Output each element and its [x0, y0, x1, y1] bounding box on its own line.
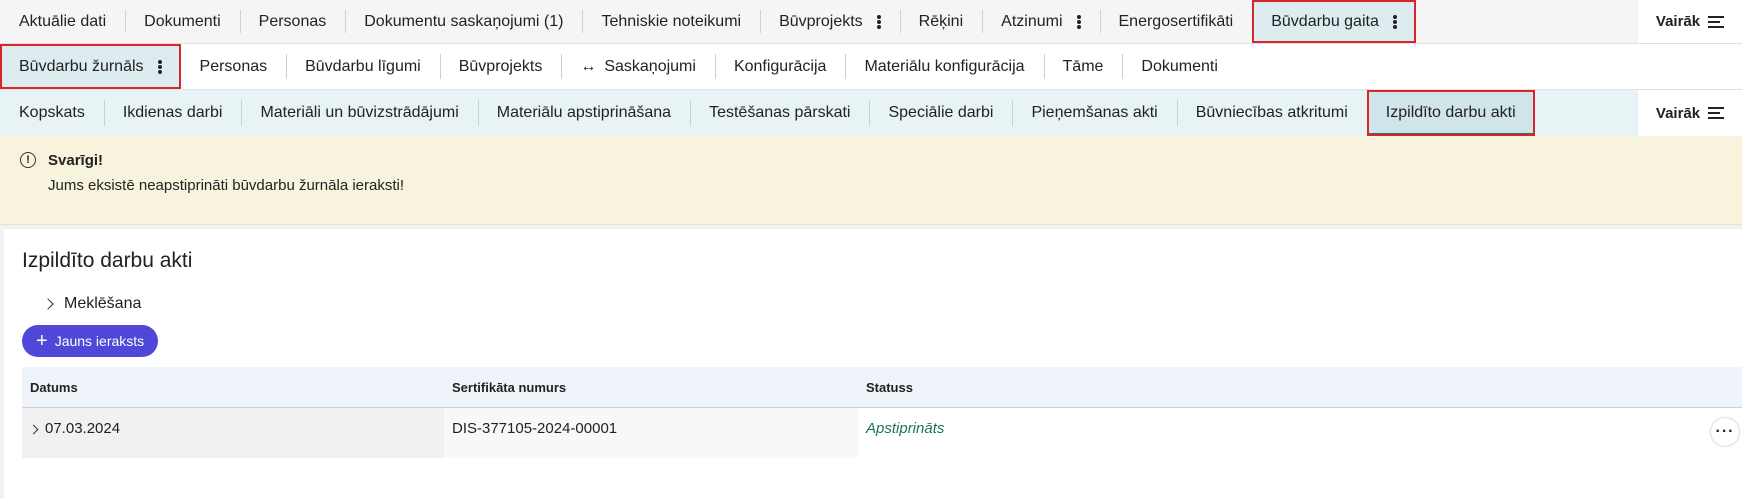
- tab-label: Tehniskie noteikumi: [601, 12, 742, 30]
- tab-saskanojumi[interactable]: ↔ Saskaņojumi: [561, 44, 715, 89]
- tab-label: Būvprojekts: [779, 12, 863, 30]
- alert-title: Svarīgi!: [48, 152, 104, 169]
- tab-buvprojekts[interactable]: Būvprojekts: [760, 0, 900, 43]
- row-actions-button[interactable]: ···: [1711, 418, 1739, 446]
- tab-label: Materiālu konfigurācija: [864, 57, 1025, 75]
- tab-buvniecibas-atkritumi[interactable]: Būvniecības atkritumi: [1176, 90, 1367, 136]
- tab-label: Energosertifikāti: [1118, 12, 1234, 30]
- tab-label: Būvniecības atkritumi: [1195, 104, 1348, 121]
- menu-icon: [1708, 15, 1725, 28]
- tab-rekini[interactable]: Rēķini: [899, 0, 982, 43]
- tab-buvdarbu-gaita[interactable]: Būvdarbu gaita: [1252, 0, 1416, 43]
- tab-personas[interactable]: Personas: [239, 0, 346, 43]
- new-entry-button[interactable]: + Jauns ieraksts: [22, 325, 159, 357]
- more-label: Vairāk: [1655, 13, 1701, 30]
- column-header-cert-number[interactable]: Sertifikāta numurs: [444, 367, 858, 408]
- tab-label: Būvdarbu gaita: [1271, 12, 1379, 30]
- column-header-status[interactable]: Statuss: [858, 367, 1742, 408]
- chevron-right-icon: [42, 298, 54, 310]
- tab-kopskats[interactable]: Kopskats: [0, 90, 104, 136]
- cell-date: 07.03.2024: [22, 408, 444, 458]
- tab-label: Rēķini: [918, 12, 964, 30]
- more-menu-button[interactable]: Vairāk: [1638, 90, 1742, 136]
- tab-konfiguracija[interactable]: Konfigurācija: [714, 44, 846, 89]
- table-row[interactable]: 07.03.2024 DIS-377105-2024-00001 Apstipr…: [22, 407, 1742, 458]
- cell-cert-number: DIS-377105-2024-00001: [444, 407, 858, 458]
- tab-label: Materiālu apstiprināšana: [496, 104, 672, 121]
- tab-aktualie-dati[interactable]: Aktuālie dati: [0, 0, 125, 43]
- main-nav: Aktuālie dati Dokumenti Personas Dokumen…: [0, 0, 1742, 44]
- alert-circle-icon: !: [20, 152, 36, 168]
- kebab-menu-icon[interactable]: [1076, 14, 1081, 29]
- tab-label: Būvprojekts: [458, 57, 543, 75]
- main-content: Izpildīto darbu akti Meklēšana + Jauns i…: [4, 229, 1742, 499]
- tab-dokumentu-saskanojumi[interactable]: Dokumentu saskaņojumi (1): [345, 0, 582, 43]
- expand-row-icon[interactable]: [28, 424, 39, 435]
- tab-pienemsanas-akti[interactable]: Pieņemšanas akti: [1012, 90, 1176, 136]
- column-header-date[interactable]: Datums: [22, 367, 444, 408]
- arrows-horizontal-icon: ↔: [580, 57, 597, 75]
- tab-tame[interactable]: Tāme: [1043, 44, 1123, 89]
- plus-icon: +: [36, 330, 48, 352]
- tab-buvdarbu-zurnals[interactable]: Būvdarbu žurnāls: [0, 44, 181, 89]
- tab-label: Būvdarbu žurnāls: [19, 57, 144, 75]
- tab-label: Atzinumi: [1001, 12, 1063, 30]
- tab-label: Dokumentu saskaņojumi (1): [364, 12, 564, 30]
- tab-materialu-konfiguracija[interactable]: Materiālu konfigurācija: [845, 44, 1043, 89]
- search-toggle[interactable]: Meklēšana: [42, 295, 1724, 313]
- tab-label: Pieņemšanas akti: [1031, 104, 1158, 121]
- tab-label: Konfigurācija: [733, 57, 827, 75]
- more-menu-button[interactable]: Vairāk: [1638, 0, 1742, 43]
- tab-label: Tāme: [1062, 57, 1104, 75]
- tab-specialie-darbi[interactable]: Speciālie darbi: [869, 90, 1012, 136]
- tab-dokumenti[interactable]: Dokumenti: [125, 0, 239, 43]
- date-value: 07.03.2024: [45, 420, 121, 437]
- alert-message: Jums eksistē neapstiprināti būvdarbu žur…: [48, 177, 405, 194]
- kebab-menu-icon[interactable]: [157, 59, 162, 74]
- tab-dokumenti[interactable]: Dokumenti: [1122, 44, 1236, 89]
- section-nav: Kopskats Ikdienas darbi Materiāli un būv…: [0, 90, 1742, 136]
- status-value: Apstiprināts: [866, 420, 945, 437]
- records-table: Datums Sertifikāta numurs Statuss 07.03.…: [22, 367, 1742, 458]
- tab-label: Saskaņojumi: [604, 57, 696, 75]
- tab-ikdienas-darbi[interactable]: Ikdienas darbi: [103, 90, 242, 136]
- tab-tehniskie-noteikumi[interactable]: Tehniskie noteikumi: [582, 0, 760, 43]
- cell-status: Apstiprināts ···: [858, 407, 1742, 458]
- tab-label: Dokumenti: [144, 12, 221, 30]
- tab-testesanas-parskati[interactable]: Testēšanas pārskati: [690, 90, 869, 136]
- page-title: Izpildīto darbu akti: [22, 249, 193, 272]
- tab-materiali-un-buvizstradajumi[interactable]: Materiāli un būvizstrādājumi: [241, 90, 477, 136]
- tab-buvdarbu-ligumi[interactable]: Būvdarbu līgumi: [286, 44, 440, 89]
- new-entry-label: Jauns ieraksts: [54, 333, 145, 349]
- sub-nav: Būvdarbu žurnāls Personas Būvdarbu līgum…: [0, 44, 1742, 90]
- tab-label: Aktuālie dati: [19, 12, 107, 30]
- tab-personas[interactable]: Personas: [181, 44, 287, 89]
- tab-label: Materiāli un būvizstrādājumi: [260, 104, 459, 121]
- tab-label: Testēšanas pārskati: [709, 104, 851, 121]
- tab-label: Kopskats: [19, 104, 85, 121]
- menu-icon: [1708, 107, 1725, 119]
- tab-materialu-apstiprinasana[interactable]: Materiālu apstiprināšana: [477, 90, 690, 136]
- search-label: Meklēšana: [64, 295, 142, 312]
- kebab-menu-icon[interactable]: [1392, 14, 1397, 29]
- tab-label: Personas: [199, 57, 268, 75]
- more-label: Vairāk: [1655, 104, 1701, 122]
- tab-label: Speciālie darbi: [888, 104, 994, 121]
- kebab-menu-icon[interactable]: [876, 14, 881, 29]
- tab-energosertifikati[interactable]: Energosertifikāti: [1099, 0, 1253, 43]
- tab-label: Izpildīto darbu akti: [1385, 104, 1516, 121]
- tab-label: Ikdienas darbi: [122, 104, 223, 121]
- tab-label: Personas: [258, 12, 327, 30]
- tab-atzinumi[interactable]: Atzinumi: [982, 0, 1099, 43]
- tab-buvprojekts[interactable]: Būvprojekts: [439, 44, 562, 89]
- tab-label: Dokumenti: [1141, 57, 1218, 75]
- warning-alert: ! Svarīgi! Jums eksistē neapstiprināti b…: [0, 136, 1742, 225]
- tab-izpildito-darbu-akti[interactable]: Izpildīto darbu akti: [1366, 90, 1535, 136]
- tab-label: Būvdarbu līgumi: [305, 57, 421, 75]
